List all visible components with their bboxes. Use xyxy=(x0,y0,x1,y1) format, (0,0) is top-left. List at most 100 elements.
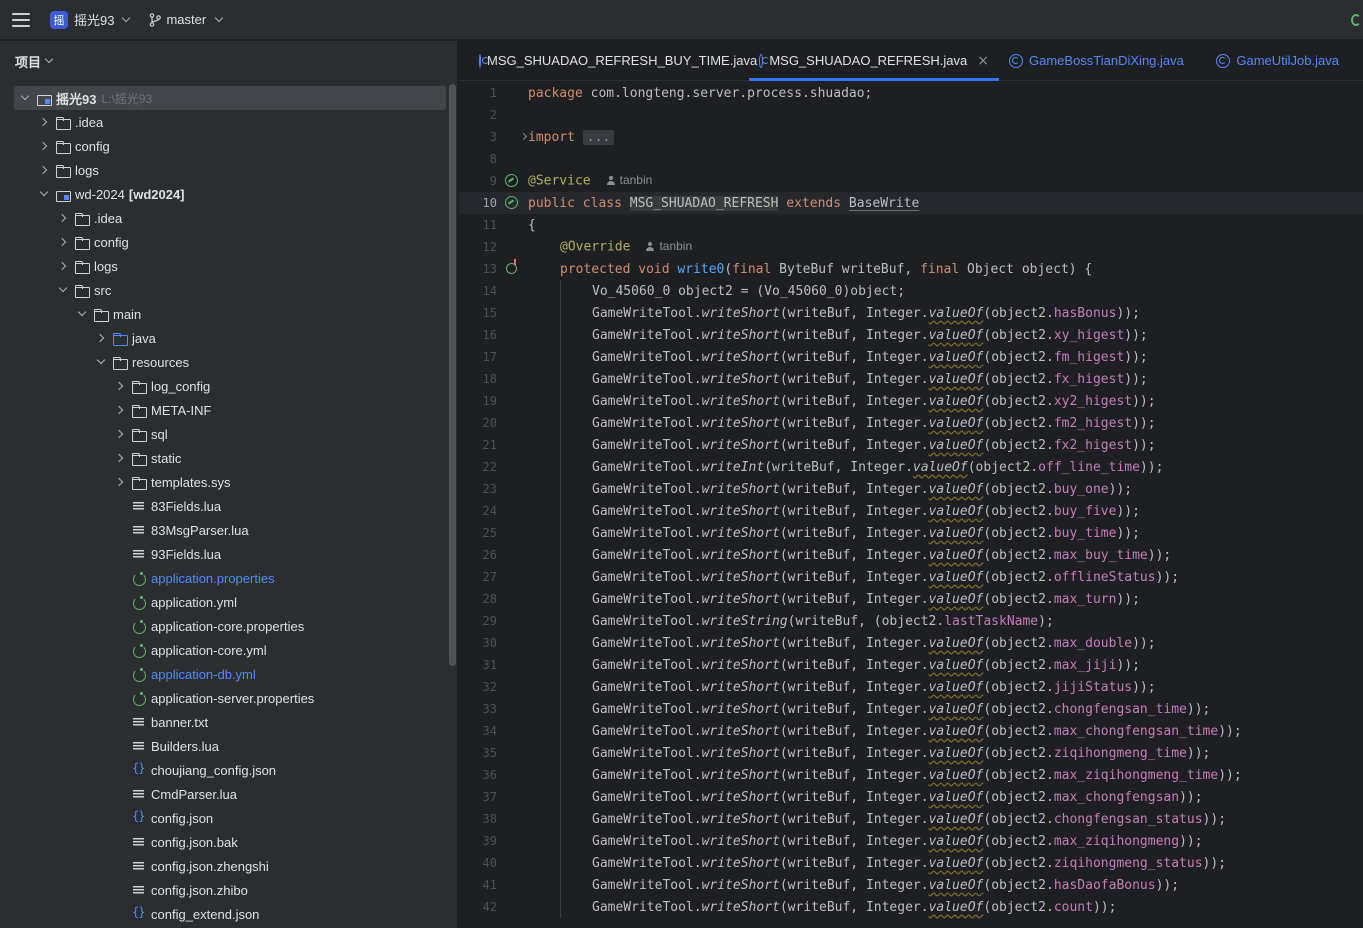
method-call-warning: valueOf xyxy=(928,811,984,827)
line-number: 9 xyxy=(489,174,497,188)
tree-item[interactable]: application-core.yml xyxy=(0,638,448,662)
method-call: writeShort xyxy=(701,855,780,871)
expand-arrow-icon[interactable] xyxy=(113,403,127,417)
code-line: 38 GameWriteTool.writeShort(writeBuf, Int… xyxy=(459,808,1363,830)
args: (object2. xyxy=(983,349,1054,365)
fold-arrow-icon[interactable] xyxy=(519,132,528,141)
expand-arrow-icon[interactable] xyxy=(113,379,127,393)
tree-item[interactable]: banner.txt xyxy=(0,710,448,734)
editor-tab[interactable]: GameBossTianDiXing.java xyxy=(999,41,1206,80)
spring-bean-gutter-icon[interactable] xyxy=(505,196,518,209)
class-ref: Integer. xyxy=(865,745,929,761)
code-area[interactable]: 1 package com.longteng.server.process.sh… xyxy=(459,82,1363,918)
tree-item-label: log_config xyxy=(151,378,211,394)
expand-arrow-icon[interactable] xyxy=(75,307,89,321)
code-line: 34 GameWriteTool.writeShort(writeBuf, Int… xyxy=(459,720,1363,742)
expand-arrow-icon[interactable] xyxy=(56,259,70,273)
expand-arrow-icon[interactable] xyxy=(94,331,108,345)
gutter xyxy=(497,544,528,566)
tree-item[interactable]: application.yml xyxy=(0,590,448,614)
args: (writeBuf, xyxy=(779,591,866,607)
code-vision-author[interactable]: tanbin xyxy=(646,239,692,253)
tree-item[interactable]: config xyxy=(0,134,448,158)
tree-item[interactable]: config xyxy=(0,230,448,254)
tree-item[interactable]: choujiang_config.json xyxy=(0,758,448,782)
expand-arrow-icon[interactable] xyxy=(113,475,127,489)
expand-arrow-icon[interactable] xyxy=(37,187,51,201)
tree-item[interactable]: main xyxy=(0,302,448,326)
tree-item[interactable]: application-db.yml xyxy=(0,662,448,686)
project-switcher[interactable]: 摇光93 xyxy=(74,10,131,29)
sync-icon[interactable] xyxy=(1351,14,1361,26)
editor-tab[interactable]: MSG_SHUADAO_REFRESH.java × xyxy=(749,41,999,81)
close-tab-icon[interactable]: × xyxy=(977,53,989,69)
tree-item[interactable]: config.json.zhibo xyxy=(0,878,448,902)
tree-item[interactable]: CmdParser.lua xyxy=(0,782,448,806)
args: (object2. xyxy=(983,437,1054,453)
tree-item[interactable]: application.properties xyxy=(0,566,448,590)
indent-guide xyxy=(560,456,561,478)
expand-arrow-icon[interactable] xyxy=(37,139,51,153)
tree-item[interactable]: static xyxy=(0,446,448,470)
tree-item[interactable]: sql xyxy=(0,422,448,446)
tree-item[interactable]: META-INF xyxy=(0,398,448,422)
spring-bean-gutter-icon[interactable] xyxy=(505,174,518,187)
gutter xyxy=(497,566,528,588)
tree-item[interactable]: application-core.properties xyxy=(0,614,448,638)
expand-arrow-icon[interactable] xyxy=(113,451,127,465)
args: (writeBuf, xyxy=(779,569,866,585)
tree-item[interactable]: log_config xyxy=(0,374,448,398)
tree-item[interactable]: config.json.bak xyxy=(0,830,448,854)
tree-item[interactable]: 83Fields.lua xyxy=(0,494,448,518)
tree-item[interactable]: Builders.lua xyxy=(0,734,448,758)
method-call: writeShort xyxy=(701,635,780,651)
tree-item[interactable]: logs xyxy=(0,158,448,182)
override-gutter-icon[interactable] xyxy=(506,259,517,274)
tree-item[interactable]: application-server.properties xyxy=(0,686,448,710)
folded-imports[interactable]: ... xyxy=(582,129,615,145)
class-ref: GameWriteTool. xyxy=(592,393,702,409)
branch-switcher[interactable]: master xyxy=(149,12,224,27)
indent-guide xyxy=(560,412,561,434)
tree-item[interactable]: java xyxy=(0,326,448,350)
line-number: 21 xyxy=(482,438,497,452)
tree-item[interactable]: 93Fields.lua xyxy=(0,542,448,566)
expand-arrow-icon[interactable] xyxy=(56,211,70,225)
code-vision-author[interactable]: tanbin xyxy=(606,173,652,187)
expand-arrow-icon[interactable] xyxy=(56,283,70,297)
method-call-warning: valueOf xyxy=(928,679,984,695)
expand-arrow-icon[interactable] xyxy=(37,115,51,129)
tree-item-label: config.json.zhengshi xyxy=(151,858,269,874)
editor-tab[interactable]: GameUtilJob.java xyxy=(1206,41,1363,80)
expand-arrow-icon[interactable] xyxy=(18,91,32,105)
line-number: 38 xyxy=(482,812,497,826)
main-menu-icon[interactable] xyxy=(12,12,30,27)
expand-arrow-icon[interactable] xyxy=(56,235,70,249)
tree-item[interactable]: src xyxy=(0,278,448,302)
tree-item[interactable]: templates.sys xyxy=(0,470,448,494)
tree-item[interactable]: wd-2024 [wd2024] xyxy=(0,182,448,206)
expand-arrow-icon[interactable] xyxy=(113,427,127,441)
chevron-down-icon xyxy=(214,13,224,22)
expand-arrow-icon[interactable] xyxy=(94,355,108,369)
tree-item[interactable]: config.json.zhengshi xyxy=(0,854,448,878)
expand-arrow-icon[interactable] xyxy=(37,163,51,177)
field-ref: buy_five xyxy=(1053,503,1117,519)
tree-item-label: main xyxy=(113,306,142,322)
project-panel-scrollbar[interactable] xyxy=(449,84,456,666)
tree-item[interactable]: config_extend.json xyxy=(0,902,448,926)
args: (object2. xyxy=(983,855,1054,871)
tree-item[interactable]: 83MsgParser.lua xyxy=(0,518,448,542)
project-panel-header[interactable]: 项目 xyxy=(0,41,457,81)
field-ref: count xyxy=(1053,899,1093,915)
tree-item[interactable]: config.json xyxy=(0,806,448,830)
tree-item[interactable]: resources xyxy=(0,350,448,374)
args: (writeBuf, xyxy=(779,635,866,651)
tree-item-root[interactable]: 摇光93 L:\摇光93 xyxy=(14,86,446,110)
folder-icon xyxy=(55,139,71,154)
tree-item[interactable]: logs xyxy=(0,254,448,278)
editor-tab[interactable]: MSG_SHUADAO_REFRESH_BUY_TIME.java xyxy=(459,41,757,80)
tree-item[interactable]: .idea xyxy=(0,110,448,134)
class-ref: Integer. xyxy=(865,591,929,607)
tree-item[interactable]: .idea xyxy=(0,206,448,230)
